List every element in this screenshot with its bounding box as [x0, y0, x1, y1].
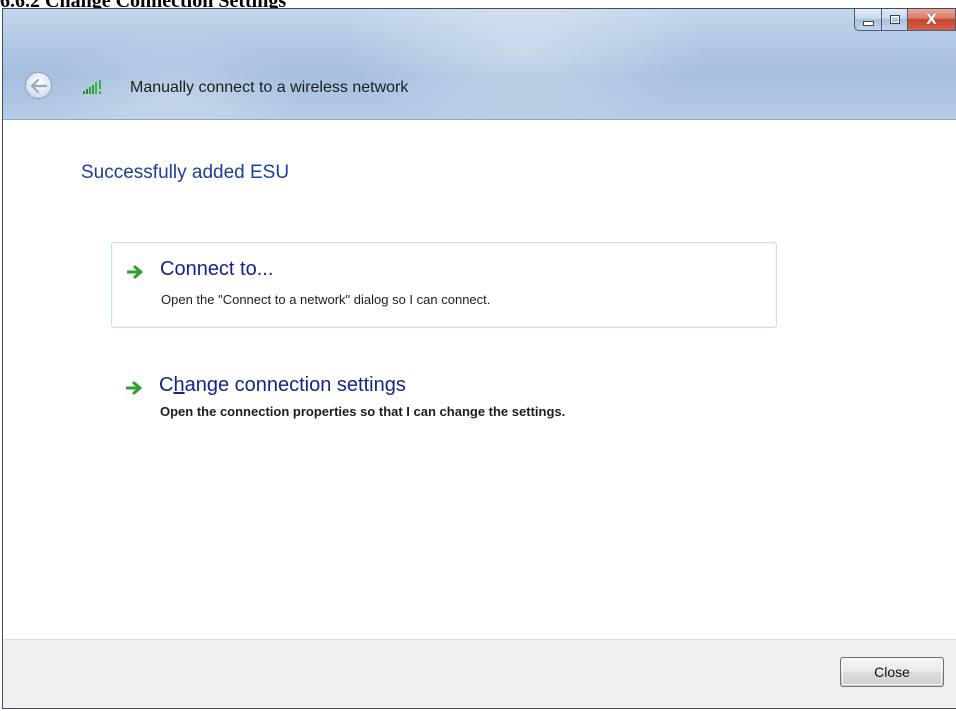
title-bar[interactable] — [3, 9, 956, 119]
green-arrow-icon — [126, 381, 142, 395]
content-panel: Successfully added ESU Connect to... Ope… — [3, 119, 956, 640]
back-button[interactable] — [25, 72, 52, 99]
title-suffix: ange connection settings — [184, 374, 406, 396]
connect-to-title: Connect to... — [160, 258, 274, 280]
minimize-button[interactable] — [854, 9, 882, 31]
close-button[interactable]: Close — [840, 657, 944, 687]
minimize-icon — [862, 21, 874, 26]
button-bar: Close — [3, 639, 956, 708]
access-key: h — [173, 374, 185, 396]
maximize-icon — [889, 15, 900, 24]
caption-buttons: X — [854, 9, 956, 33]
green-arrow-icon — [127, 265, 143, 279]
page-heading: Successfully added ESU — [81, 162, 290, 183]
page: 6.6.2 Change Connection Settings X Manua… — [0, 0, 956, 711]
wizard-window: X Manually connect to a wireless network… — [2, 8, 956, 709]
title-prefix: C — [159, 374, 174, 396]
maximize-button[interactable] — [882, 9, 908, 31]
wireless-signal-icon — [83, 80, 101, 94]
connect-to-link[interactable]: Connect to... Open the "Connect to a net… — [111, 242, 777, 328]
window-title: Manually connect to a wireless network — [130, 79, 409, 96]
close-window-button[interactable]: X — [908, 9, 956, 31]
connect-to-description: Open the "Connect to a network" dialog s… — [161, 292, 491, 307]
change-connection-settings-link[interactable]: Change connection settings Open the conn… — [111, 370, 777, 434]
back-arrow-icon — [30, 78, 47, 93]
change-connection-settings-description: Open the connection properties so that I… — [160, 404, 566, 419]
change-connection-settings-title: Change connection settings — [159, 374, 406, 397]
close-icon: X — [926, 11, 937, 28]
